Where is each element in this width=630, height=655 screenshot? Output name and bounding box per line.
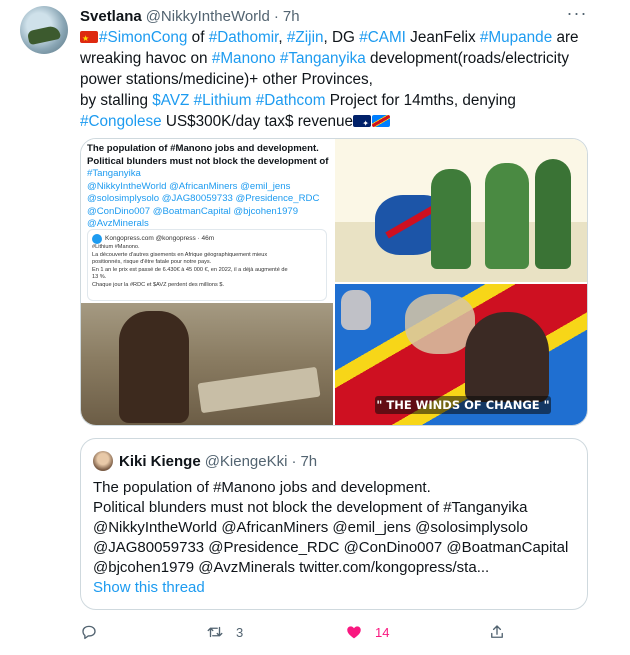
embedded-card-line: 13 %. <box>92 274 107 281</box>
hashtag-link[interactable]: #CAMI <box>359 29 406 46</box>
hashtag-link[interactable]: #Congolese <box>80 113 162 130</box>
cartoon-figure <box>431 169 471 269</box>
hashtag-link[interactable]: $AVZ <box>152 92 189 109</box>
text-segment: wreaking havoc on <box>80 50 212 67</box>
share-button[interactable] <box>488 620 518 644</box>
embedded-card-line: La découverte d'autres gisements en Afri… <box>92 251 268 258</box>
quoted-tweet-text: The population of #Manono jobs and devel… <box>93 478 583 578</box>
screenshot-line: @solosimplysolo @JAG80059733 @Presidence… <box>87 193 320 204</box>
screenshot-line: #Tanganyika <box>87 168 141 179</box>
embedded-card-header: Kongopress.com @kongopress · 46m <box>92 234 322 244</box>
quoted-tweet-time: 7h <box>300 452 318 470</box>
screenshot-line: @NikkyIntheWorld @AfricanMiners @emil_je… <box>87 180 291 192</box>
tweet-text: #SimonCong of #Dathomir, #Zijin, DG #CAM… <box>80 27 600 134</box>
media-image-cartoon[interactable] <box>335 139 587 282</box>
quoted-text-line: The population of #Manono jobs and devel… <box>93 479 431 496</box>
tweet-text-line-4: by stalling $AVZ #Lithium #Dathcom Proje… <box>80 90 600 111</box>
quoted-text-line: @NikkyIntheWorld @AfricanMiners @emil_je… <box>93 519 528 536</box>
hashtag-link[interactable]: #Tanganyika <box>280 50 366 67</box>
more-options-icon[interactable]: ··· <box>566 4 588 26</box>
tweet-text-line-5: #Congolese US$300K/day tax$ revenue <box>80 111 600 134</box>
quoted-tweet[interactable]: Kiki Kienge @KiengeKki · 7h The populati… <box>80 438 588 610</box>
screenshot-line: The population of #Manono jobs and devel… <box>87 143 319 154</box>
drc-flag-icon <box>372 115 390 127</box>
author-name[interactable]: Svetlana <box>80 8 142 25</box>
hashtag-link[interactable]: #Dathcom <box>256 92 326 109</box>
like-count: 14 <box>375 624 390 640</box>
screenshot-text: The population of #Manono jobs and devel… <box>87 143 331 231</box>
kongopress-logo-icon <box>92 234 102 244</box>
quoted-header-separator: · <box>291 452 297 470</box>
screenshot-line: Political blunders must not block the de… <box>87 155 329 167</box>
embedded-card-line: En 1 an le prix est passé de 6.430€ à 45… <box>92 266 288 273</box>
hashtag-link[interactable]: #SimonCong <box>99 29 187 46</box>
quoted-author-handle: @KiengeKki <box>204 452 288 470</box>
tweet-text-line-2: wreaking havoc on #Manono #Tanganyika de… <box>80 48 600 69</box>
cartoon-figure <box>535 159 571 269</box>
tweet-actions: 3 14 <box>80 620 588 644</box>
embedded-card-line: positionnés, risque d'être fatale pour n… <box>92 259 212 266</box>
tweet-media-grid: The population of #Manono jobs and devel… <box>80 138 588 426</box>
quoted-author-name: Kiki Kienge <box>119 452 201 470</box>
embedded-tweet-card: Kongopress.com @kongopress · 46m #Lithiu… <box>87 229 327 301</box>
cartoon-figure <box>485 163 529 269</box>
hashtag-link[interactable]: #Lithium <box>194 92 252 109</box>
embedded-card-line: Chaque jour la #RDC et $AVZ perdent des … <box>92 281 225 288</box>
text-segment: JeanFelix <box>405 29 480 46</box>
tweet-header: Svetlana @NikkyIntheWorld · 7h <box>80 6 300 26</box>
hashtag-link[interactable]: #Manono <box>212 50 276 67</box>
share-icon <box>491 625 503 638</box>
author-handle[interactable]: @NikkyIntheWorld <box>146 8 270 25</box>
tweet-time[interactable]: 7h <box>283 8 300 25</box>
text-segment: US$300K/day tax$ revenue <box>161 113 353 130</box>
retweet-icon <box>207 626 223 638</box>
text-segment: are <box>552 29 579 46</box>
tweet-text-line-1: #SimonCong of #Dathomir, #Zijin, DG #CAM… <box>80 27 600 49</box>
china-flag-icon <box>80 28 98 49</box>
retweet-count: 3 <box>236 624 244 640</box>
child-figure <box>119 311 189 423</box>
child-miner-photo <box>81 303 333 425</box>
show-thread-link[interactable]: Show this thread <box>93 579 205 596</box>
text-segment: , <box>278 29 287 46</box>
portrait-figure <box>465 312 549 402</box>
text-segment: of <box>187 29 209 46</box>
screenshot-line: @ConDino007 @BoatmanCapital @bjcohen1979 <box>87 205 299 217</box>
text-segment: by stalling <box>80 92 153 109</box>
embedded-card-line: #Lithium #Manono. <box>92 244 140 250</box>
text-segment: Project for 14mths, denying <box>325 92 516 109</box>
like-button[interactable]: 14 <box>345 620 389 644</box>
embedded-card-source: Kongopress.com @kongopress · 46m <box>105 235 215 243</box>
quoted-text-line: @bjcohen1979 @AvzMinerals twitter.com/ko… <box>93 559 490 576</box>
reply-icon <box>82 625 96 640</box>
quoted-tweet-header: Kiki Kienge @KiengeKki · 7h <box>119 451 317 471</box>
victory-hand-shape <box>341 290 371 330</box>
hashtag-link[interactable]: #Mupande <box>480 29 552 46</box>
text-segment: development(roads/electricity <box>365 50 569 67</box>
reply-button[interactable] <box>80 620 110 644</box>
heart-icon <box>347 626 361 639</box>
quoted-text-line: Political blunders must not block the de… <box>93 499 528 516</box>
retweet-button[interactable]: 3 <box>206 620 243 644</box>
mining-pan <box>197 366 321 414</box>
media-image-screenshot[interactable]: The population of #Manono jobs and devel… <box>81 139 333 425</box>
tweet[interactable]: Svetlana @NikkyIntheWorld · 7h ··· #Simo… <box>0 0 630 655</box>
tweet-text-line-3: power stations/medicine)+ other Province… <box>80 71 373 88</box>
winds-of-change-banner: " THE WINDS OF CHANGE " <box>375 396 551 414</box>
australia-flag-icon <box>353 113 371 134</box>
author-avatar[interactable] <box>20 6 68 54</box>
hashtag-link[interactable]: #Dathomir <box>209 29 279 46</box>
hashtag-link[interactable]: #Zijin <box>287 29 324 46</box>
media-image-winds-of-change[interactable]: " THE WINDS OF CHANGE " <box>335 284 587 425</box>
quoted-author-avatar <box>93 451 113 471</box>
quoted-text-line: @JAG80059733 @Presidence_RDC @ConDino007… <box>93 539 569 556</box>
text-segment: , DG <box>323 29 360 46</box>
header-separator: · <box>273 7 279 25</box>
